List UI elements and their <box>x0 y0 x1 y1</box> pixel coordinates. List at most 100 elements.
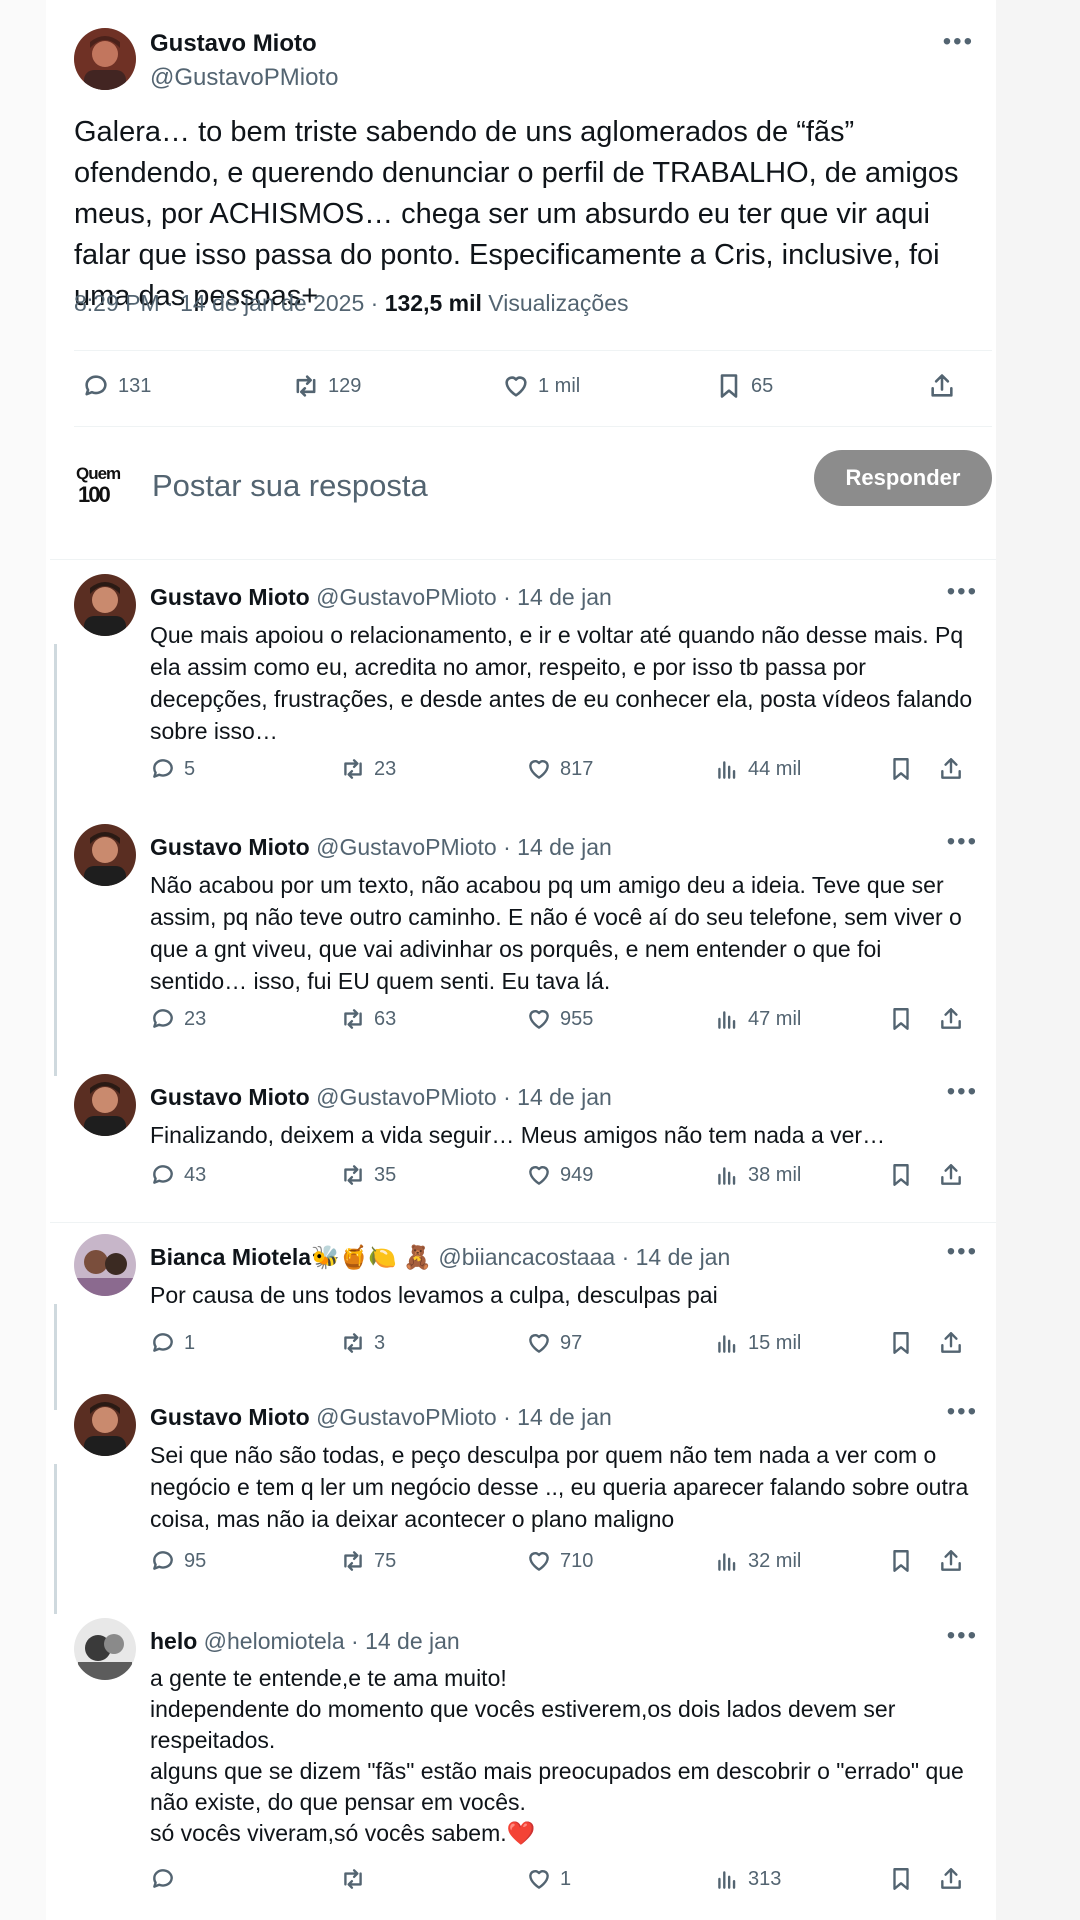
views-chart-icon <box>718 1335 736 1353</box>
author-name[interactable]: Gustavo Mioto <box>150 1084 310 1110</box>
views-count: 38 mil <box>748 1163 802 1186</box>
retweet-button[interactable]: 129 <box>292 372 361 400</box>
share-button[interactable] <box>938 1006 964 1032</box>
avatar[interactable] <box>74 28 136 90</box>
reply-button[interactable]: 23 <box>150 1006 206 1032</box>
author-name[interactable]: helo <box>150 1628 197 1654</box>
reply-text: Que mais apoiou o relacionamento, e ir e… <box>150 622 973 744</box>
views-label: Visualizações <box>481 290 629 316</box>
author-name[interactable]: Gustavo Mioto <box>150 30 338 58</box>
author-handle[interactable]: @GustavoPMioto · 14 de jan <box>316 834 612 860</box>
like-count: 710 <box>560 1549 594 1572</box>
reply-button[interactable]: 95 <box>150 1548 206 1574</box>
like-button[interactable]: 955 <box>526 1006 593 1032</box>
views-chart-icon <box>718 761 736 779</box>
bookmark-button[interactable] <box>888 1006 914 1032</box>
responder-button[interactable]: Responder <box>814 450 992 506</box>
reply-tweet[interactable]: Gustavo Mioto @GustavoPMioto · 14 de jan… <box>50 824 996 1054</box>
share-button[interactable] <box>928 372 956 400</box>
heart-icon <box>529 760 549 779</box>
more-dots-icon[interactable]: ••• <box>947 828 978 856</box>
reply-button[interactable]: 43 <box>150 1162 206 1188</box>
views-count: 47 mil <box>748 1007 802 1030</box>
author-handle[interactable]: @helomiotela · 14 de jan <box>204 1628 460 1654</box>
reply-button[interactable]: 131 <box>82 372 151 400</box>
logo-text-bottom: 100 <box>78 482 111 507</box>
heart-icon <box>529 1010 549 1029</box>
avatar[interactable] <box>74 1618 136 1680</box>
retweet-count: 63 <box>374 1007 397 1030</box>
more-dots-icon[interactable]: ••• <box>947 1398 978 1426</box>
bookmark-icon <box>893 1868 909 1890</box>
more-dots-icon[interactable]: ••• <box>943 28 974 56</box>
retweet-button[interactable]: 23 <box>340 756 396 782</box>
views-chart-icon <box>718 1553 736 1571</box>
avatar[interactable] <box>74 1394 136 1456</box>
retweet-button[interactable]: 3 <box>340 1330 385 1356</box>
reply-bubble-icon <box>153 1009 173 1028</box>
views-button[interactable]: 32 mil <box>714 1548 801 1574</box>
reply-header: Bianca Miotela🐝🍯🍋 🧸 @biiancacostaaa · 14… <box>150 1244 730 1271</box>
like-button[interactable]: 710 <box>526 1548 593 1574</box>
bookmark-count: 65 <box>751 374 774 397</box>
reply-tweet[interactable]: helo @helomiotela · 14 de jan ••• a gent… <box>50 1618 996 1918</box>
retweet-button[interactable]: 75 <box>340 1548 396 1574</box>
reply-tweet[interactable]: Gustavo Mioto @GustavoPMioto · 14 de jan… <box>50 574 996 804</box>
reply-tweet[interactable]: Bianca Miotela🐝🍯🍋 🧸 @biiancacostaaa · 14… <box>50 1234 996 1384</box>
views-chart-icon <box>718 1011 736 1029</box>
avatar[interactable] <box>74 824 136 886</box>
more-dots-icon[interactable]: ••• <box>947 1622 978 1650</box>
views-button[interactable]: 38 mil <box>714 1162 801 1188</box>
author-handle[interactable]: @GustavoPMioto <box>150 64 338 92</box>
more-dots-icon[interactable]: ••• <box>947 1078 978 1106</box>
retweet-count: 35 <box>374 1163 397 1186</box>
share-button[interactable] <box>938 1866 964 1892</box>
more-dots-icon[interactable]: ••• <box>947 1238 978 1266</box>
share-button[interactable] <box>938 1548 964 1574</box>
views-button[interactable]: 15 mil <box>714 1330 801 1356</box>
bookmark-button[interactable] <box>888 1162 914 1188</box>
avatar[interactable] <box>74 1234 136 1296</box>
views-button[interactable]: 44 mil <box>714 756 801 782</box>
like-button[interactable]: 1 <box>526 1866 571 1892</box>
author-handle[interactable]: @biiancacostaaa · 14 de jan <box>438 1244 730 1270</box>
reply-button[interactable]: 5 <box>150 756 195 782</box>
avatar[interactable] <box>74 574 136 636</box>
more-dots-icon[interactable]: ••• <box>947 578 978 606</box>
views-button[interactable]: 313 <box>714 1866 781 1892</box>
reply-button[interactable]: 1 <box>150 1330 195 1356</box>
like-button[interactable]: 97 <box>526 1330 582 1356</box>
retweet-button[interactable] <box>340 1866 374 1892</box>
bookmark-button[interactable] <box>888 756 914 782</box>
tweet-meta: 8:29 PM · 14 de jan de 2025 · 132,5 mil … <box>74 290 629 317</box>
avatar[interactable] <box>74 1074 136 1136</box>
bookmark-icon <box>893 1332 909 1354</box>
like-button[interactable]: 949 <box>526 1162 593 1188</box>
retweet-button[interactable]: 35 <box>340 1162 396 1188</box>
share-button[interactable] <box>938 1162 964 1188</box>
share-button[interactable] <box>938 756 964 782</box>
like-button[interactable]: 817 <box>526 756 593 782</box>
author-name[interactable]: Gustavo Mioto <box>150 834 310 860</box>
bookmark-button[interactable] <box>888 1866 914 1892</box>
author-name[interactable]: Gustavo Mioto <box>150 584 310 610</box>
views-button[interactable]: 47 mil <box>714 1006 801 1032</box>
reply-input[interactable]: Postar sua resposta <box>152 468 428 504</box>
author-handle[interactable]: @GustavoPMioto · 14 de jan <box>316 1404 612 1430</box>
bookmark-button[interactable]: 65 <box>715 372 773 400</box>
tweet-timestamp[interactable]: 8:29 PM · 14 de jan de 2025 · <box>74 290 385 316</box>
author-name[interactable]: Bianca Miotela🐝🍯🍋 🧸 <box>150 1244 432 1270</box>
bookmark-button[interactable] <box>888 1330 914 1356</box>
divider <box>74 350 992 351</box>
share-button[interactable] <box>938 1330 964 1356</box>
reply-tweet[interactable]: Gustavo Mioto @GustavoPMioto · 14 de jan… <box>50 1394 996 1594</box>
reply-button[interactable] <box>150 1866 184 1892</box>
like-button[interactable]: 1 mil <box>502 372 580 400</box>
author-handle[interactable]: @GustavoPMioto · 14 de jan <box>316 584 612 610</box>
author-name[interactable]: Gustavo Mioto <box>150 1404 310 1430</box>
author-handle[interactable]: @GustavoPMioto · 14 de jan <box>316 1084 612 1110</box>
views-count: 15 mil <box>748 1331 802 1354</box>
retweet-button[interactable]: 63 <box>340 1006 396 1032</box>
bookmark-button[interactable] <box>888 1548 914 1574</box>
reply-tweet[interactable]: Gustavo Mioto @GustavoPMioto · 14 de jan… <box>50 1074 996 1214</box>
